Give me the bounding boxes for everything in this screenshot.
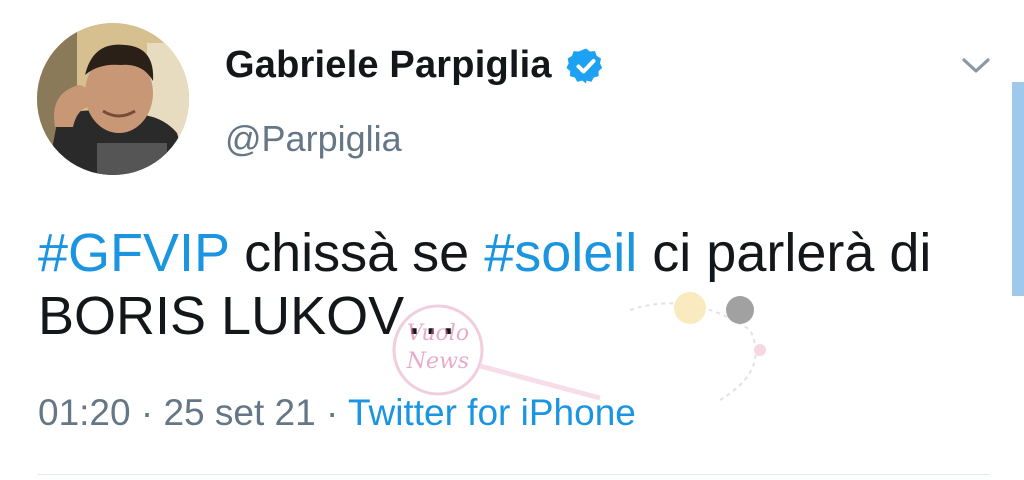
- user-handle[interactable]: @Parpiglia: [225, 118, 402, 160]
- tweet-time: 01:20: [38, 392, 131, 433]
- avatar[interactable]: [37, 23, 189, 175]
- tweet-text-segment: chissà se: [229, 223, 485, 283]
- hashtag-link[interactable]: #GFVIP: [38, 223, 229, 283]
- user-name[interactable]: Gabriele Parpiglia: [225, 44, 552, 87]
- scrollbar[interactable]: [1012, 82, 1024, 296]
- meta-separator: ·: [315, 392, 348, 433]
- tweet-text: #GFVIP chissà se #soleil ci parlerà di B…: [38, 222, 938, 348]
- tweet-date: 25 set 21: [163, 392, 316, 433]
- tweet-meta: 01:20 · 25 set 21 · Twitter for iPhone: [38, 392, 636, 434]
- tweet-source-link[interactable]: Twitter for iPhone: [348, 392, 636, 433]
- avatar-photo: [37, 23, 189, 175]
- hashtag-link[interactable]: #soleil: [484, 223, 637, 283]
- user-name-row: Gabriele Parpiglia: [225, 44, 606, 87]
- divider: [38, 474, 990, 475]
- chevron-down-icon[interactable]: [958, 50, 994, 80]
- meta-separator: ·: [130, 392, 164, 433]
- verified-badge-icon: [566, 48, 602, 83]
- watermark-line2: News: [406, 349, 469, 374]
